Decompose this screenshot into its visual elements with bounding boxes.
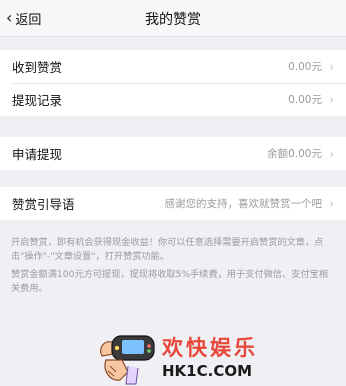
game-controller-hands-icon — [100, 335, 155, 385]
watermark-url: HK1C.COM — [162, 362, 253, 380]
earnings-group: 收到赞赏 0.00元 › 提现记录 0.00元 › — [0, 50, 346, 116]
received-value: 0.00元 — [288, 61, 322, 73]
balance-value: 余额0.00元 — [267, 148, 322, 160]
appreciation-guide-row[interactable]: 赞赏引导语 感谢您的支持，喜欢就赞赏一个吧 › — [0, 187, 346, 220]
chevron-right-icon: › — [329, 196, 334, 211]
guide-label: 赞赏引导语 — [12, 197, 75, 212]
withdraw-group: 申请提现 余额0.00元 › — [0, 137, 346, 170]
page-title: 我的赞赏 — [145, 12, 201, 28]
withdraw-records-row[interactable]: 提现记录 0.00元 › — [0, 83, 346, 116]
apply-withdraw-row[interactable]: 申请提现 余额0.00元 › — [0, 137, 346, 170]
chevron-right-icon: › — [329, 146, 334, 161]
received-label: 收到赞赏 — [12, 60, 63, 75]
chevron-right-icon: › — [329, 59, 334, 74]
watermark: 欢快娱乐 HK1C.COM — [96, 326, 336, 386]
navigation-bar: ‹ 返回 我的赞赏 — [0, 0, 346, 37]
withdraw-fee-hint: 赞赏金额满100元方可提现，提现将收取5%手续费，用于支付微信、支付宝相关费用。 — [11, 269, 328, 294]
guide-group: 赞赏引导语 感谢您的支持，喜欢就赞赏一个吧 › — [0, 187, 346, 220]
watermark-title: 欢快娱乐 — [162, 336, 258, 360]
guide-value: 感谢您的支持，喜欢就赞赏一个吧 — [164, 198, 323, 210]
apply-withdraw-label: 申请提现 — [12, 147, 63, 162]
withdraw-records-value: 0.00元 — [288, 94, 322, 106]
chevron-right-icon: › — [329, 92, 334, 107]
withdraw-records-label: 提现记录 — [12, 93, 63, 108]
appreciation-hint: 开启赞赏，即有机会获得现金收益！你可以任意选择需要开启赞赏的文章，点击"操作"-… — [11, 237, 324, 262]
received-appreciation-row[interactable]: 收到赞赏 0.00元 › — [0, 50, 346, 83]
